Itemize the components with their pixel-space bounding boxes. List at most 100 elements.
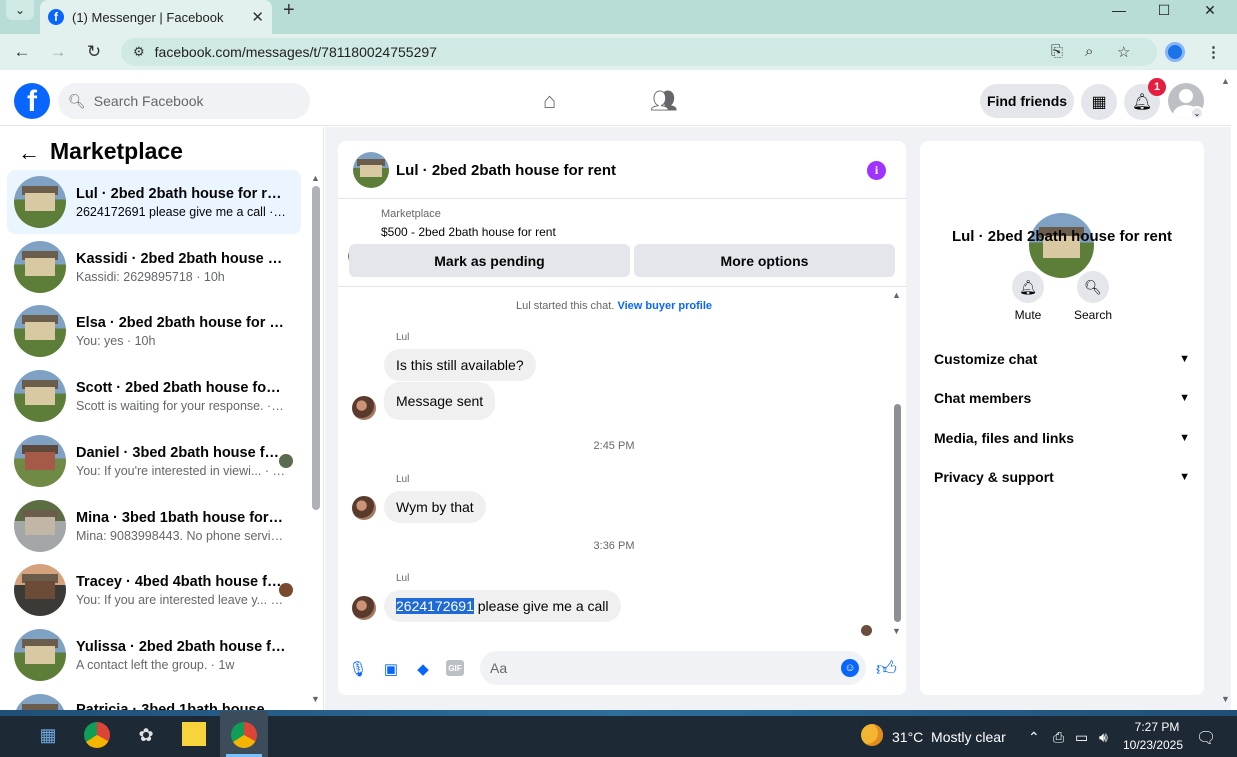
mute-label[interactable]: Mute xyxy=(1003,308,1053,322)
message-bubble[interactable]: Message sent xyxy=(384,382,496,420)
message-input[interactable]: Aa xyxy=(480,651,866,685)
app-icon[interactable]: ✿ xyxy=(133,722,159,748)
new-tab-button[interactable]: + xyxy=(283,0,295,20)
sticker-icon[interactable]: ◆ xyxy=(414,660,432,678)
find-friends-button[interactable]: Find friends xyxy=(980,84,1074,118)
conversation-item[interactable]: Tracey · 4bed 4bath house for... You: If … xyxy=(7,558,301,622)
message-bubble[interactable]: 2624172691 please give me a call xyxy=(384,590,621,622)
meet-now-icon[interactable]: ⎙ xyxy=(1053,729,1064,746)
search-icon[interactable]: 🔍︎ xyxy=(1077,271,1109,303)
profile-extension-icon[interactable] xyxy=(1165,42,1185,62)
thumbs-up-icon[interactable]: 👍︎ xyxy=(876,657,897,681)
menu-grid-icon[interactable]: ▦ xyxy=(1081,84,1117,120)
chevron-down-icon: ▼ xyxy=(1179,471,1190,483)
browser-menu-icon[interactable]: ⋮ xyxy=(1206,43,1221,61)
conversation-name: Daniel · 3bed 2bath house for... xyxy=(76,444,286,461)
url-omnibox[interactable]: ⚙ facebook.com/messages/t/78118002475529… xyxy=(121,38,1157,66)
privacy-support-section[interactable]: Privacy & support ▼ xyxy=(934,469,1190,485)
weather-moon-icon[interactable] xyxy=(861,724,883,746)
clock-time[interactable]: 7:27 PM xyxy=(1126,720,1188,734)
sidebar-scroll-down-icon[interactable]: ▼ xyxy=(311,694,320,704)
view-buyer-profile-link[interactable]: View buyer profile xyxy=(617,300,712,312)
chat-scrollbar[interactable] xyxy=(894,404,901,622)
listing-thumbnail xyxy=(14,176,66,228)
maximize-button[interactable]: ☐ xyxy=(1141,0,1187,20)
conversation-name: Yulissa · 2bed 2bath house for r... xyxy=(76,638,286,655)
tray-chevron-up-icon[interactable]: ⌃ xyxy=(1028,729,1040,746)
chat-scroll-down-icon[interactable]: ▼ xyxy=(892,626,901,636)
conversation-item[interactable]: Daniel · 3bed 2bath house for... You: If … xyxy=(7,429,301,493)
chrome-icon[interactable] xyxy=(84,722,110,748)
conversation-info-icon[interactable]: i xyxy=(867,161,886,180)
info-listing-thumbnail[interactable] xyxy=(1029,213,1094,278)
listing-title[interactable]: $500 - 2bed 2bath house for rent xyxy=(381,225,556,239)
network-icon[interactable]: ▭ xyxy=(1075,729,1088,746)
search-label[interactable]: Search xyxy=(1068,308,1118,322)
sticky-notes-icon[interactable] xyxy=(182,722,206,746)
seen-avatar xyxy=(279,454,293,468)
sender-avatar[interactable] xyxy=(352,596,376,620)
microphone-icon[interactable]: 🎙︎ xyxy=(348,660,367,678)
chat-title[interactable]: Lul · 2bed 2bath house for rent xyxy=(396,162,616,179)
message-text: please give me a call xyxy=(473,598,609,614)
window-close-button[interactable]: ✕ xyxy=(1187,0,1233,20)
friends-icon[interactable]: 👥︎ xyxy=(650,88,678,114)
facebook-search-input[interactable]: 🔍︎ Search Facebook xyxy=(58,83,310,119)
conversation-item[interactable]: Kassidi · 2bed 2bath house for r... Kassi… xyxy=(7,235,301,299)
forward-arrow-icon[interactable]: → xyxy=(48,42,68,62)
more-options-button[interactable]: More options xyxy=(634,244,895,277)
minimize-button[interactable]: — xyxy=(1096,0,1142,20)
zoom-icon[interactable]: ⌕ xyxy=(1085,43,1093,60)
browser-tab[interactable]: f (1) Messenger | Facebook ✕ xyxy=(40,0,272,34)
chat-members-section[interactable]: Chat members ▼ xyxy=(934,390,1190,406)
bookmark-star-icon[interactable]: ☆ xyxy=(1117,43,1130,61)
mark-as-pending-button[interactable]: Mark as pending xyxy=(349,244,630,277)
emoji-icon[interactable]: ☺ xyxy=(841,659,859,677)
chevron-down-icon: ▼ xyxy=(1179,392,1190,404)
selected-phone-number[interactable]: 2624172691 xyxy=(396,598,474,614)
chat-listing-thumbnail[interactable] xyxy=(353,152,389,188)
page-scroll-down-icon[interactable]: ▼ xyxy=(1221,694,1230,704)
conversation-item[interactable]: Scott · 2bed 2bath house for rent Scott i… xyxy=(7,364,301,428)
back-arrow-icon[interactable]: ← xyxy=(18,140,40,166)
page-scroll-up-icon[interactable]: ▲ xyxy=(1221,76,1230,86)
section-label: Chat members xyxy=(934,390,1032,406)
calculator-icon[interactable]: ▦ xyxy=(35,722,61,748)
conversation-preview: Kassidi: 2629895718 · 10h xyxy=(76,269,225,284)
message-bubble[interactable]: Is this still available? xyxy=(384,349,536,381)
weather-text[interactable]: 31°C Mostly clear xyxy=(892,729,1006,745)
site-info-icon[interactable]: ⚙ xyxy=(133,44,145,60)
message-bubble[interactable]: Wym by that xyxy=(384,491,486,523)
back-arrow-icon[interactable]: ← xyxy=(12,42,32,62)
listing-thumbnail xyxy=(14,370,66,422)
mute-bell-icon[interactable]: 🔔︎ xyxy=(1012,271,1044,303)
sender-avatar[interactable] xyxy=(352,496,376,520)
taskbar-edge xyxy=(0,710,1237,716)
chrome-icon[interactable] xyxy=(231,722,257,748)
action-center-icon[interactable]: 🗨︎ xyxy=(1196,728,1216,748)
conversation-item[interactable]: Mina · 3bed 1bath house for rent Mina: 90… xyxy=(7,494,301,558)
conversation-item[interactable]: Patricia · 3bed 1bath house fo... xyxy=(7,688,301,710)
install-app-icon[interactable]: ⎘ xyxy=(1051,43,1063,60)
photo-attach-icon[interactable]: ▣ xyxy=(382,660,400,678)
conversation-item[interactable]: Yulissa · 2bed 2bath house for r... A con… xyxy=(7,623,301,687)
clock-date[interactable]: 10/23/2025 xyxy=(1120,738,1186,752)
sidebar-scrollbar[interactable] xyxy=(312,186,320,510)
conversation-item[interactable]: Elsa · 2bed 2bath house for rent You: yes… xyxy=(7,299,301,363)
facebook-logo[interactable]: f xyxy=(14,83,50,119)
sender-avatar[interactable] xyxy=(352,396,376,420)
tab-search-dropdown[interactable]: ⌄ xyxy=(6,0,34,20)
tab-close-icon[interactable]: ✕ xyxy=(251,8,264,26)
reload-icon[interactable]: ↻ xyxy=(84,42,104,62)
account-chevron-down-icon[interactable]: ⌄ xyxy=(1190,106,1204,120)
home-icon[interactable]: ⌂ xyxy=(543,88,556,114)
media-files-links-section[interactable]: Media, files and links ▼ xyxy=(934,430,1190,446)
volume-icon[interactable]: 🔊︎ xyxy=(1099,729,1108,746)
gif-icon[interactable]: GIF xyxy=(446,660,464,676)
sidebar-scroll-up-icon[interactable]: ▲ xyxy=(311,173,320,183)
conversation-name: Lul · 2bed 2bath house for rent xyxy=(76,185,286,202)
url-text: facebook.com/messages/t/781180024755297 xyxy=(154,44,437,60)
customize-chat-section[interactable]: Customize chat ▼ xyxy=(934,351,1190,367)
conversation-item[interactable]: Lul · 2bed 2bath house for rent 262417269… xyxy=(7,170,301,234)
chat-scroll-up-icon[interactable]: ▲ xyxy=(892,290,901,300)
